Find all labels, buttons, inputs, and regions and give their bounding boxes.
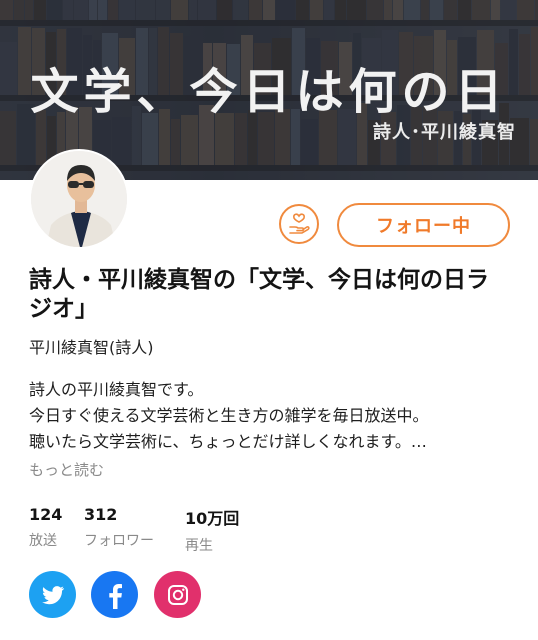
facebook-button[interactable] bbox=[91, 571, 138, 618]
instagram-button[interactable] bbox=[154, 571, 201, 618]
read-more-link[interactable]: もっと読む bbox=[29, 459, 104, 480]
description-line: 聴いたら文学芸術に、ちょっとだけ詳しくなれます。… bbox=[29, 432, 427, 451]
banner-title: 文学、今日は何の日 bbox=[30, 64, 508, 120]
stat-value: 124 bbox=[29, 505, 63, 524]
avatar[interactable] bbox=[29, 149, 129, 249]
stat-label: フォロワー bbox=[84, 533, 154, 549]
facebook-icon bbox=[108, 583, 122, 609]
stat-followers[interactable]: 312 フォロワー bbox=[84, 505, 154, 550]
twitter-button[interactable] bbox=[29, 571, 76, 618]
banner-subtitle: 詩人･平川綾真智 bbox=[373, 122, 516, 143]
description-line: 今日すぐ使える文学芸術と生き方の雑学を毎日放送中。 bbox=[29, 406, 429, 425]
support-button[interactable] bbox=[279, 204, 319, 244]
stat-plays: 10万回 再生 bbox=[185, 505, 239, 555]
channel-title: 詩人・平川綾真智の「文学、今日は何の日ラジオ」 bbox=[29, 267, 489, 322]
description-line: 詩人の平川綾真智です。 bbox=[29, 380, 204, 399]
stat-label: 放送 bbox=[29, 533, 57, 549]
channel-author[interactable]: 平川綾真智(詩人) bbox=[29, 334, 154, 358]
stat-value: 10万回 bbox=[185, 509, 240, 528]
stat-broadcasts: 124 放送 bbox=[29, 505, 62, 550]
stat-label: 再生 bbox=[185, 538, 213, 554]
instagram-icon bbox=[167, 584, 188, 605]
hand-heart-icon bbox=[289, 213, 310, 234]
channel-description: 詩人の平川綾真智です。 今日すぐ使える文学芸術と生き方の雑学を毎日放送中。 聴い… bbox=[29, 377, 509, 455]
avatar-portrait bbox=[31, 151, 127, 247]
follow-button[interactable]: フォロー中 bbox=[337, 203, 510, 247]
twitter-icon bbox=[41, 585, 64, 604]
stat-value: 312 bbox=[84, 505, 118, 524]
